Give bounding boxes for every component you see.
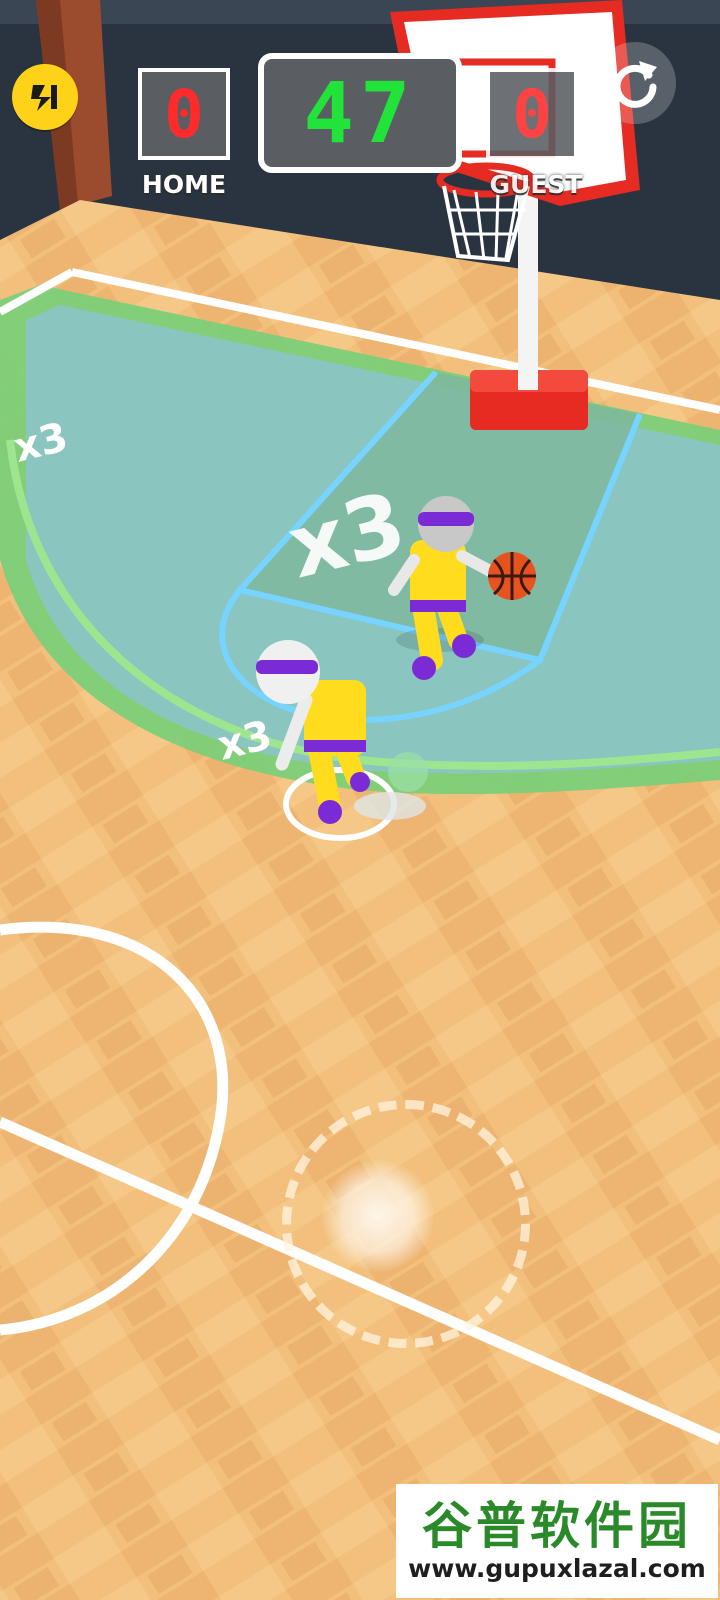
restart-button[interactable] xyxy=(594,42,676,124)
home-label: HOME xyxy=(141,170,227,199)
watermark-url: www.gupuxlazal.com xyxy=(408,1554,706,1583)
guest-label: GUEST xyxy=(489,170,583,199)
game-timer: 47 xyxy=(258,53,462,173)
game-court-scene: x3 x3 x3 xyxy=(0,0,720,1600)
boost-button[interactable] xyxy=(12,64,78,130)
watermark-title: 谷普软件园 xyxy=(422,1497,692,1555)
guest-score: 0 xyxy=(486,68,578,160)
watermark: 谷普软件园 www.gupuxlazal.com xyxy=(396,1484,718,1598)
restart-icon xyxy=(613,61,657,108)
home-score: 0 xyxy=(138,68,230,160)
boost-icon xyxy=(31,85,57,111)
joystick-knob[interactable] xyxy=(322,1160,434,1272)
